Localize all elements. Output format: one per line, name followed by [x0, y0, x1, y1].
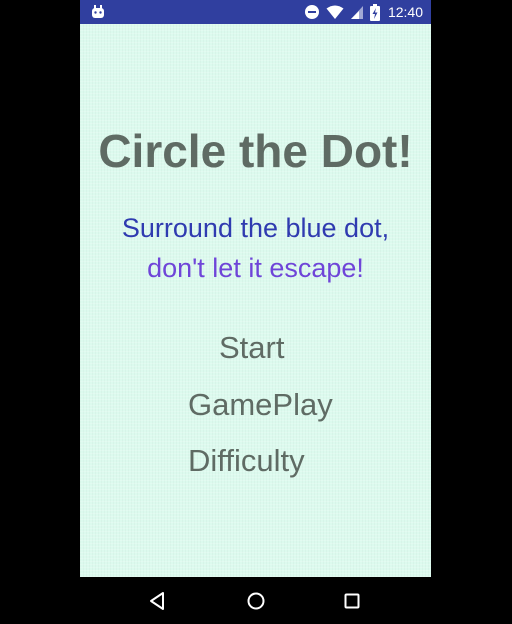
- cell-signal-icon: [350, 4, 364, 20]
- android-debug-icon: [90, 4, 106, 20]
- status-clock: 12:40: [387, 4, 423, 20]
- status-bar: 12:40: [80, 0, 431, 24]
- home-icon[interactable]: [245, 590, 267, 612]
- status-icons: 12:40: [304, 3, 423, 21]
- back-icon[interactable]: [147, 590, 169, 612]
- subtitle-line-2: don't let it escape!: [147, 253, 364, 283]
- page-title: Circle the Dot!: [98, 125, 413, 177]
- difficulty-button[interactable]: Difficulty: [188, 440, 305, 482]
- battery-charging-icon: [369, 3, 380, 21]
- subtitle-line-1: Surround the blue dot,: [121, 213, 390, 243]
- wifi-icon: [326, 4, 344, 20]
- recents-icon[interactable]: [341, 590, 363, 612]
- gameplay-button[interactable]: GamePlay: [188, 384, 333, 426]
- navigation-bar: [80, 577, 431, 624]
- start-button[interactable]: Start: [219, 327, 284, 369]
- do-not-disturb-icon: [304, 4, 320, 20]
- main-menu-screen: Circle the Dot! Surround the blue dot, d…: [80, 24, 431, 577]
- phone-screen: 12:40 Circle the Dot! Surround the blue …: [80, 0, 431, 624]
